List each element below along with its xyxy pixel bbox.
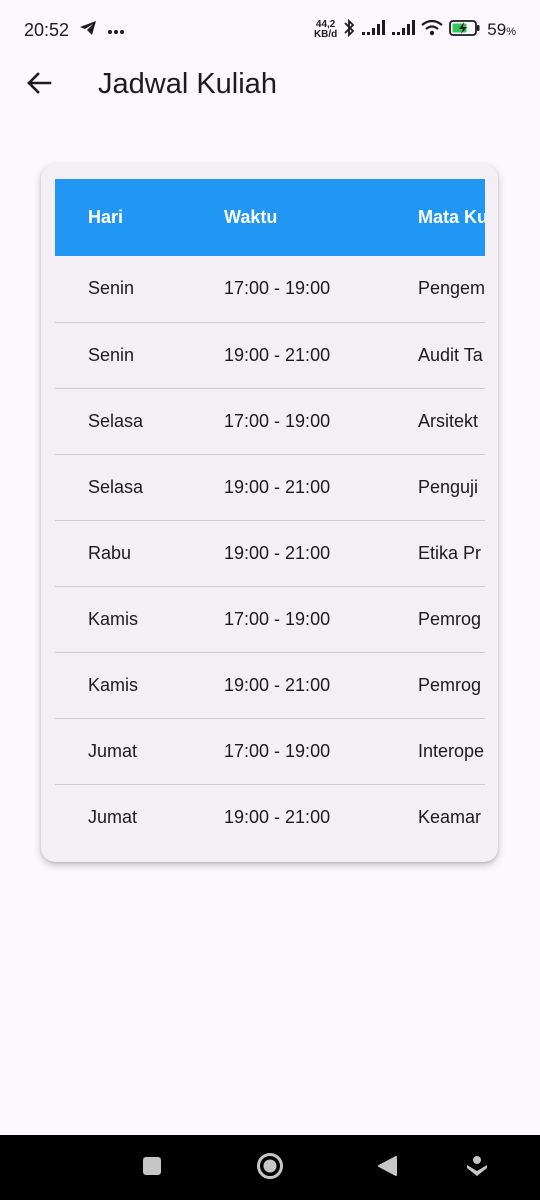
cell-mata-kuliah: Pengem [418, 278, 485, 299]
table-row: Selasa 19:00 - 21:00 Penguji [55, 454, 485, 520]
page-title: Jadwal Kuliah [98, 68, 277, 100]
cell-hari: Rabu [88, 542, 132, 563]
schedule-table-scroll[interactable]: Hari Waktu Mata Ku Senin 17:00 - 19:00 P… [55, 179, 485, 850]
table-row: Kamis 19:00 - 21:00 Pemrog [55, 652, 485, 718]
table-header-row: Hari Waktu Mata Ku [55, 179, 485, 256]
status-time: 20:52 [24, 19, 70, 40]
battery-percent-unit: % [506, 26, 516, 38]
cell-mata-kuliah: Pemrog [418, 674, 482, 695]
screen: 20:52 44,2 KB/d 59% Jadwal Kuliah Hari W… [0, 0, 540, 1200]
cell-waktu: 19:00 - 21:00 [224, 674, 331, 695]
status-left: 20:52 [24, 20, 125, 41]
column-header-mata-kuliah: Mata Ku [418, 207, 485, 227]
back-arrow-icon [26, 71, 52, 100]
table-row: Rabu 19:00 - 21:00 Etika Pr [55, 520, 485, 586]
battery-percent-value: 59 [487, 20, 507, 39]
home-circle-icon [256, 1152, 284, 1185]
cell-hari: Kamis [88, 674, 139, 695]
cell-hari: Selasa [88, 410, 144, 431]
more-dots-icon [107, 20, 125, 40]
cell-mata-kuliah: Keamar [418, 806, 482, 827]
cell-waktu: 19:00 - 21:00 [224, 476, 331, 497]
cell-waktu: 17:00 - 19:00 [224, 608, 331, 629]
wifi-icon [421, 19, 443, 41]
table-row: Senin 19:00 - 21:00 Audit Ta [55, 322, 485, 388]
cell-mata-kuliah: Etika Pr [418, 542, 482, 563]
column-header-waktu: Waktu [224, 207, 278, 227]
status-bar: 20:52 44,2 KB/d 59% [0, 0, 540, 60]
signal-icon [361, 19, 386, 41]
cell-hari: Senin [88, 278, 135, 299]
cell-hari: Senin [88, 344, 135, 365]
battery-percentage: 59% [487, 20, 516, 40]
cell-mata-kuliah: Pemrog [418, 608, 482, 629]
back-triangle-icon [376, 1155, 398, 1182]
cell-mata-kuliah: Penguji [418, 476, 479, 497]
table-row: Jumat 17:00 - 19:00 Interope [55, 718, 485, 784]
cell-hari: Selasa [88, 476, 144, 497]
telegram-icon [79, 20, 97, 41]
table-row: Senin 17:00 - 19:00 Pengem [55, 256, 485, 322]
cell-hari: Jumat [88, 740, 138, 761]
assistant-button[interactable] [462, 1153, 492, 1183]
schedule-card: Hari Waktu Mata Ku Senin 17:00 - 19:00 P… [41, 164, 498, 862]
network-speed: 44,2 KB/d [314, 20, 337, 40]
app-bar: Jadwal Kuliah [0, 60, 540, 110]
cell-waktu: 17:00 - 19:00 [224, 740, 331, 761]
battery-charging-icon [449, 19, 481, 42]
cell-hari: Jumat [88, 806, 138, 827]
network-speed-unit: KB/d [313, 29, 338, 40]
assistant-icon [465, 1154, 489, 1183]
system-nav-bar [0, 1135, 540, 1200]
recents-square-icon [142, 1156, 162, 1181]
cell-mata-kuliah: Interope [418, 740, 485, 761]
cell-waktu: 17:00 - 19:00 [224, 410, 331, 431]
cell-waktu: 17:00 - 19:00 [224, 278, 331, 299]
table-row: Selasa 17:00 - 19:00 Arsitekt [55, 388, 485, 454]
home-button[interactable] [255, 1152, 285, 1185]
cell-waktu: 19:00 - 21:00 [224, 344, 331, 365]
schedule-table: Hari Waktu Mata Ku Senin 17:00 - 19:00 P… [55, 179, 485, 850]
column-header-hari: Hari [88, 207, 124, 227]
table-row: Jumat 19:00 - 21:00 Keamar [55, 784, 485, 850]
status-right: 44,2 KB/d 59% [314, 18, 516, 43]
signal-icon [391, 19, 416, 41]
cell-waktu: 19:00 - 21:00 [224, 806, 331, 827]
back-button[interactable] [18, 64, 60, 106]
cell-hari: Kamis [88, 608, 139, 629]
cell-waktu: 19:00 - 21:00 [224, 542, 331, 563]
bluetooth-icon [343, 18, 355, 43]
back-nav-button[interactable] [372, 1153, 402, 1183]
recents-button[interactable] [137, 1153, 167, 1183]
table-row: Kamis 17:00 - 19:00 Pemrog [55, 586, 485, 652]
cell-mata-kuliah: Audit Ta [418, 344, 483, 365]
cell-mata-kuliah: Arsitekt [418, 410, 479, 431]
